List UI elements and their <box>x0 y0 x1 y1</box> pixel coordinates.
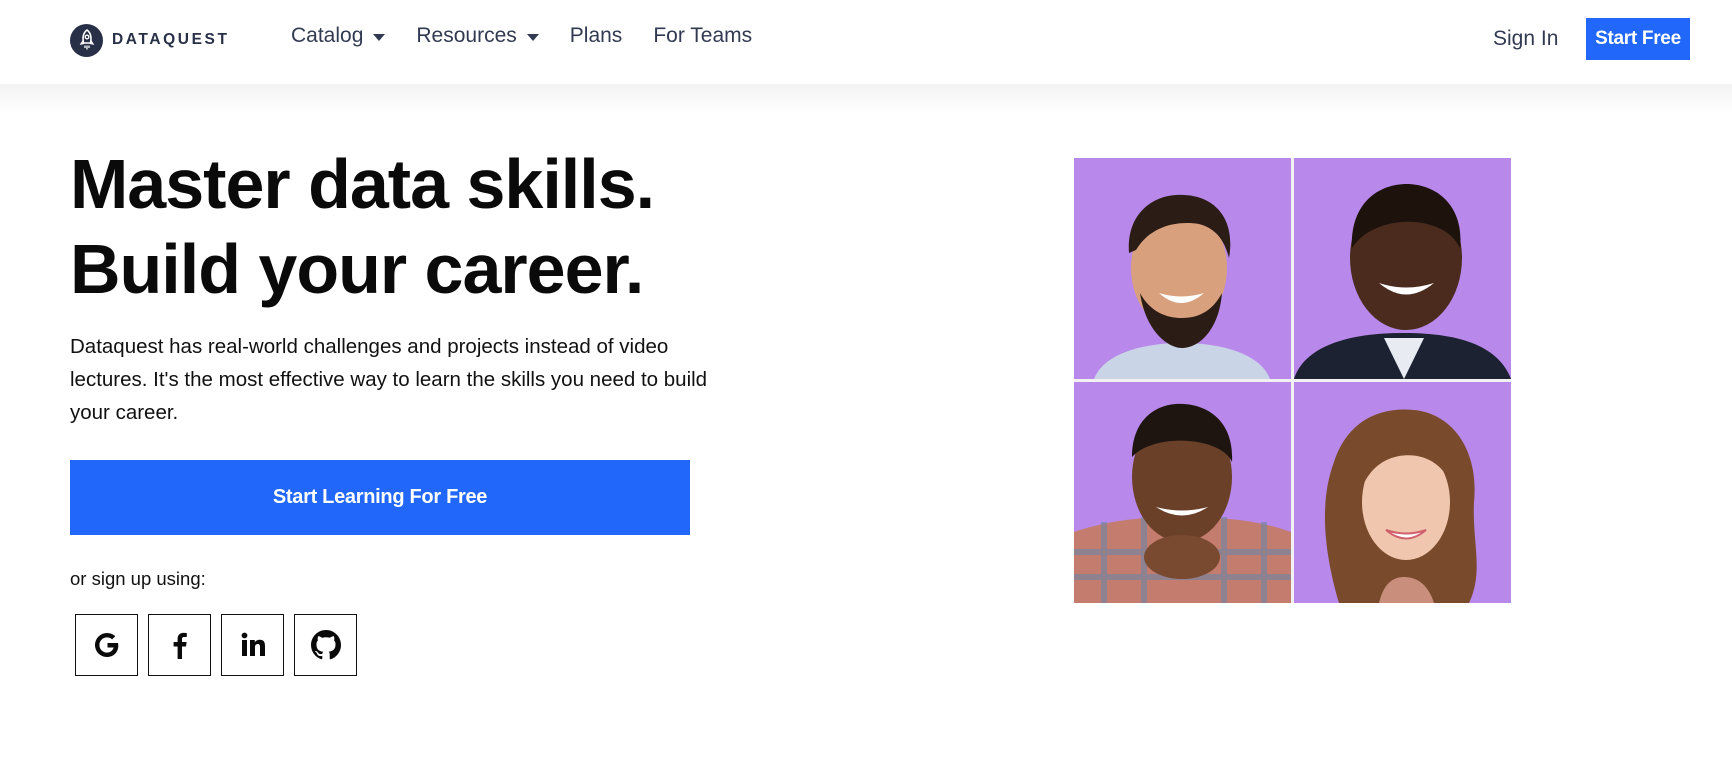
caret-down-icon <box>373 33 386 41</box>
linkedin-signup-button[interactable] <box>221 614 284 676</box>
hero-title-line-2: Build your career. <box>70 230 644 308</box>
start-learning-button[interactable]: Start Learning For Free <box>70 460 690 535</box>
hero-title: Master data skills. Build your career. <box>70 142 655 312</box>
google-icon <box>94 633 118 657</box>
start-free-button[interactable]: Start Free <box>1586 18 1690 60</box>
person-photo-icon <box>1074 403 1291 603</box>
caret-down-icon <box>526 33 539 41</box>
hero-title-line-1: Master data skills. <box>70 145 655 223</box>
person-photo-icon <box>1094 194 1270 379</box>
nav-catalog[interactable]: Catalog <box>291 24 386 48</box>
site-header: DATAQUEST Catalog Resources Plans For Te… <box>0 0 1732 84</box>
main-nav: Catalog Resources Plans For Teams <box>291 24 752 48</box>
learner-photo <box>1074 382 1291 603</box>
linkedin-icon <box>241 632 265 656</box>
hero-description: Dataquest has real-world challenges and … <box>70 335 708 424</box>
learner-photo <box>1294 382 1511 603</box>
github-icon <box>310 630 341 660</box>
nav-resources-label: Resources <box>416 24 517 47</box>
signup-options-label: or sign up using: <box>70 568 206 589</box>
nav-plans[interactable]: Plans <box>570 24 623 48</box>
logo-link[interactable]: DATAQUEST <box>70 23 230 57</box>
facebook-signup-button[interactable] <box>148 614 211 676</box>
sign-in-link[interactable]: Sign In <box>1493 27 1558 51</box>
nav-plans-label: Plans <box>569 24 623 47</box>
header-shadow <box>0 84 1732 114</box>
rocket-logo-icon <box>70 23 103 57</box>
logo-text: DATAQUEST <box>112 31 230 48</box>
google-signup-button[interactable] <box>75 614 138 676</box>
nav-resources[interactable]: Resources <box>416 24 539 48</box>
learner-photo <box>1074 158 1291 379</box>
learner-photo <box>1294 158 1511 379</box>
nav-for-teams-label: For Teams <box>653 24 753 47</box>
person-photo-icon <box>1324 409 1477 603</box>
social-signup-buttons <box>75 614 357 676</box>
nav-for-teams[interactable]: For Teams <box>653 24 752 48</box>
facebook-icon <box>173 632 187 659</box>
person-photo-icon <box>1294 183 1511 379</box>
learner-photo-grid <box>1074 158 1511 603</box>
nav-catalog-label: Catalog <box>291 24 364 47</box>
github-signup-button[interactable] <box>294 614 357 676</box>
